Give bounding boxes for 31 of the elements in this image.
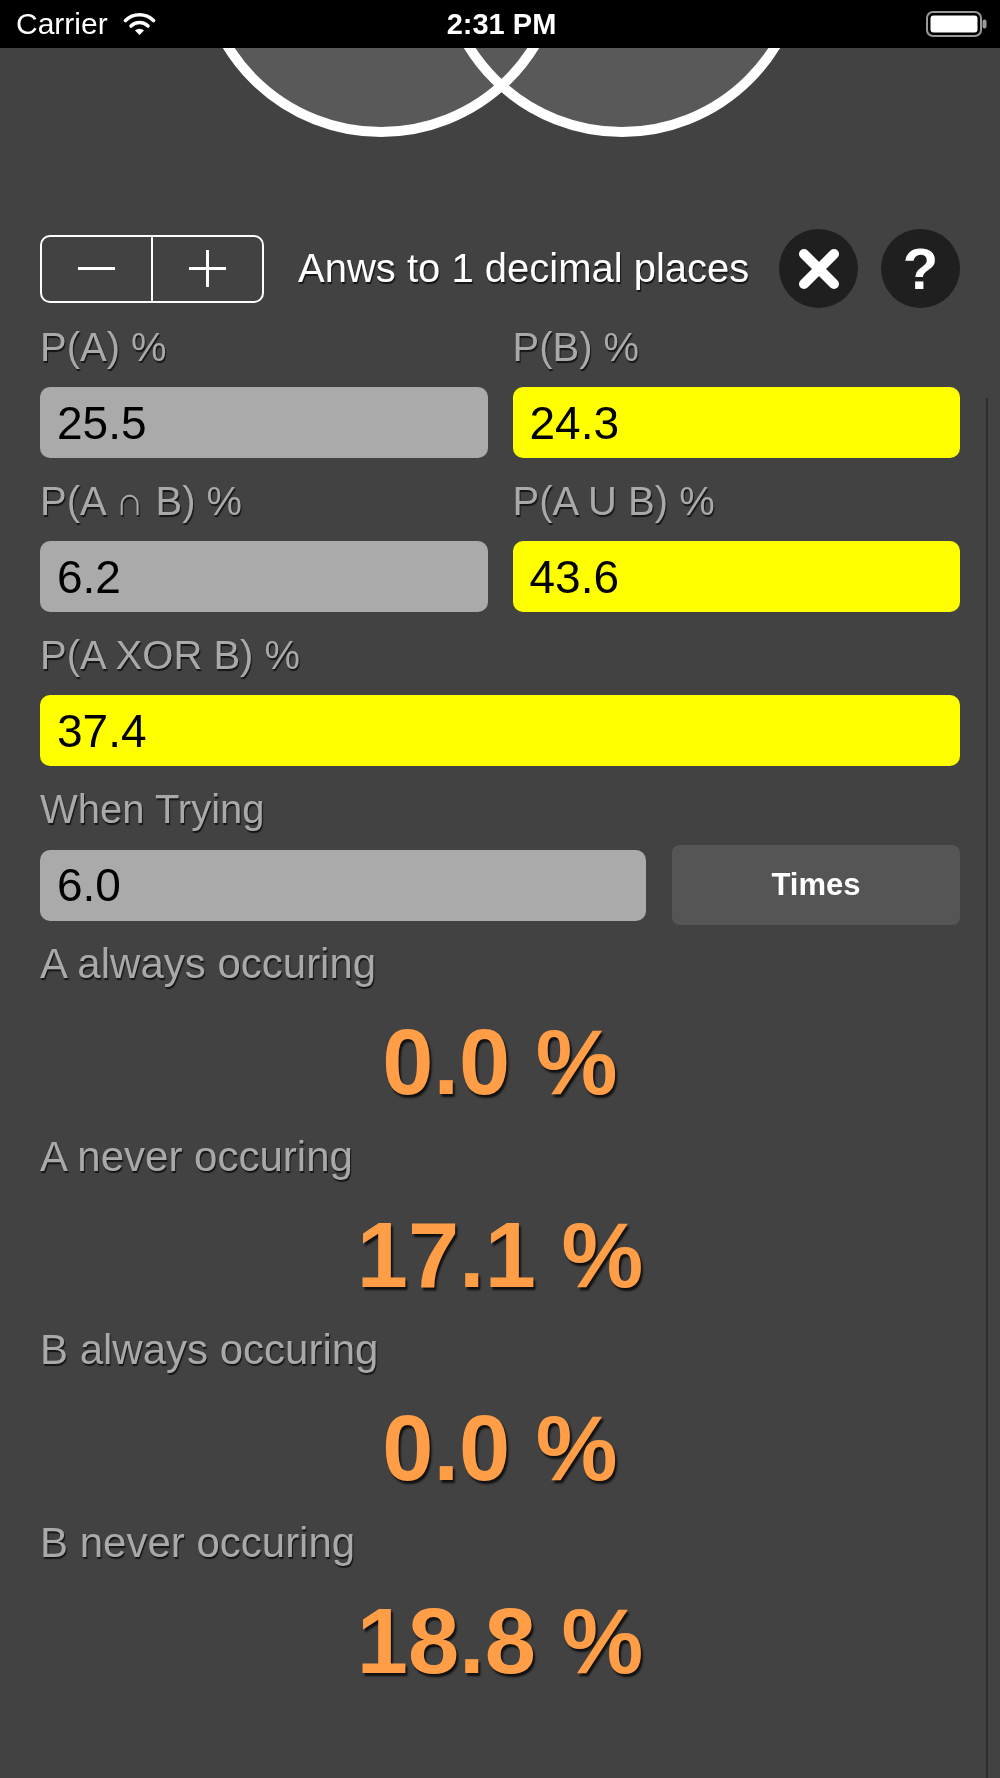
- help-button[interactable]: ?: [881, 229, 960, 308]
- wifi-icon: [122, 12, 156, 36]
- field-label: When Trying: [40, 787, 266, 831]
- times-button[interactable]: Times: [672, 845, 960, 925]
- stepper[interactable]: [40, 234, 264, 303]
- field-label: P(B) %: [512, 325, 641, 369]
- field-label: P(A XOR B) %: [40, 633, 302, 677]
- input-field[interactable]: 43.6: [512, 541, 960, 612]
- result-value: 0.0 %: [382, 1396, 618, 1501]
- close-icon: [797, 247, 840, 290]
- result-value: 18.8 %: [356, 1589, 644, 1694]
- minus-icon: [78, 267, 115, 270]
- clock-time: 2:31 PM: [446, 7, 557, 41]
- input-field[interactable]: 24.3: [512, 387, 960, 458]
- input-field[interactable]: 6.0: [40, 849, 646, 921]
- result-label: B always occuring: [40, 1328, 380, 1372]
- plus-icon: [189, 250, 226, 287]
- result-label: A never occuring: [40, 1135, 354, 1179]
- result-value: 0.0 %: [382, 1010, 618, 1115]
- input-field[interactable]: 6.2: [40, 541, 488, 612]
- result-label: A always occuring: [40, 942, 378, 986]
- decimal-places-label: Anws to 1 decimal places: [298, 246, 751, 291]
- field-label: P(A ∩ B) %: [40, 479, 244, 523]
- battery-icon: [926, 11, 987, 37]
- field-label: P(A) %: [40, 325, 168, 369]
- input-field[interactable]: 37.4: [40, 695, 960, 766]
- field-label: P(A U B) %: [512, 479, 716, 523]
- input-field[interactable]: 25.5: [40, 387, 488, 458]
- result-label: B never occuring: [40, 1521, 357, 1565]
- carrier-label: Carrier: [16, 7, 108, 41]
- result-value: 17.1 %: [356, 1203, 644, 1308]
